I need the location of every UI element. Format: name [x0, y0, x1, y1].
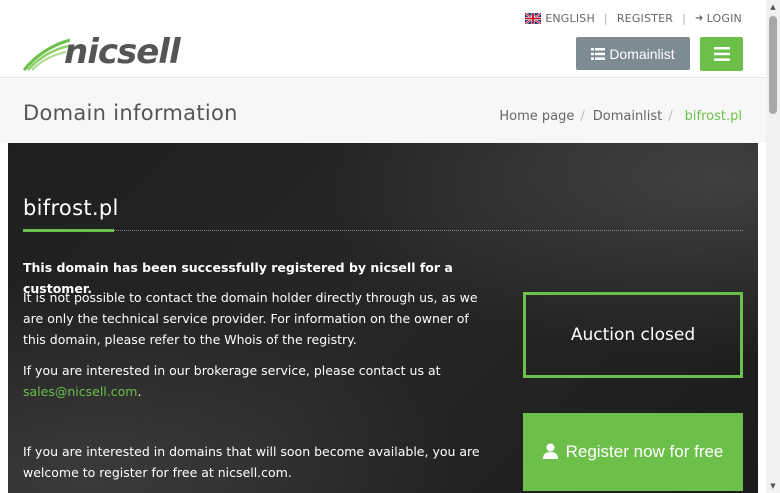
breadcrumb-separator: / — [580, 109, 585, 124]
page-header: Domain information Home page / Domainlis… — [0, 79, 766, 143]
domain-name-heading: bifrost.pl — [23, 196, 119, 220]
logo-text: nicsell — [64, 32, 181, 72]
user-icon — [542, 443, 558, 459]
utility-nav: ENGLISH | REGISTER | ➜ LOGIN — [525, 12, 742, 25]
breadcrumb-home[interactable]: Home page — [499, 109, 574, 124]
register-link[interactable]: REGISTER — [617, 12, 673, 25]
sign-in-icon: ➜ — [695, 13, 704, 24]
uk-flag-icon — [525, 13, 542, 24]
divider: | — [603, 12, 608, 25]
brokerage-notice: If you are interested in our brokerage s… — [23, 360, 491, 402]
nicsell-logo[interactable]: nicsell — [22, 32, 181, 74]
domainlist-label: Domainlist — [609, 45, 675, 62]
auction-status-box: Auction closed — [523, 292, 743, 378]
brokerage-prefix: If you are interested in our brokerage s… — [23, 363, 441, 378]
divider: | — [682, 12, 686, 25]
sales-email-link[interactable]: sales@nicsell.com — [23, 384, 137, 399]
language-label: ENGLISH — [545, 12, 595, 25]
login-label: LOGIN — [706, 12, 742, 25]
auction-status-label: Auction closed — [570, 325, 696, 345]
breadcrumb-separator: / — [668, 109, 673, 124]
dotted-divider — [23, 230, 743, 231]
breadcrumb-domainlist[interactable]: Domainlist — [593, 109, 663, 124]
register-notice: If you are interested in domains that wi… — [23, 444, 480, 480]
title-underline — [23, 229, 114, 232]
menu-toggle-button[interactable] — [700, 37, 743, 71]
scrollbar-thumb[interactable] — [769, 16, 777, 114]
domain-info-panel: bifrost.pl This domain has been successf… — [8, 143, 758, 493]
domainlist-button[interactable]: Domainlist — [576, 37, 690, 70]
brokerage-suffix: . — [137, 384, 142, 399]
scroll-down-arrow-icon[interactable]: ▼ — [766, 479, 780, 493]
top-navigation: ENGLISH | REGISTER | ➜ LOGIN nicsell Dom… — [0, 0, 766, 78]
breadcrumb-current: bifrost.pl — [684, 109, 742, 124]
page-scrollbar[interactable]: ▲ ▼ — [766, 0, 780, 493]
page-title: Domain information — [23, 101, 238, 125]
login-link[interactable]: ➜ LOGIN — [695, 12, 742, 25]
scroll-up-arrow-icon[interactable]: ▲ — [766, 0, 780, 14]
register-free-button[interactable]: Register now for free — [523, 413, 743, 491]
register-free-label: Register now for free — [565, 442, 724, 461]
language-switch[interactable]: ENGLISH — [525, 12, 595, 25]
contact-notice: It is not possible to contact the domain… — [23, 290, 478, 347]
list-icon — [591, 47, 606, 60]
breadcrumb: Home page / Domainlist / bifrost.pl — [499, 109, 742, 124]
hamburger-icon — [713, 47, 730, 61]
